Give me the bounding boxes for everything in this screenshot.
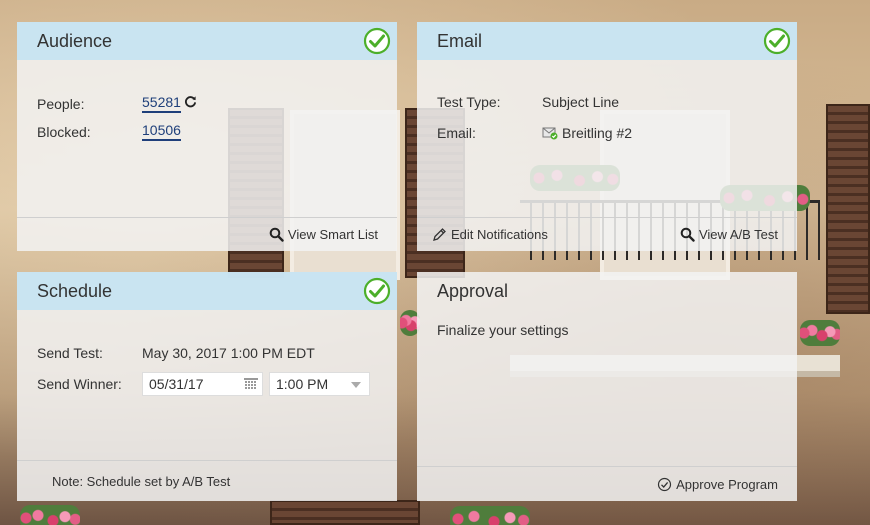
email-header: Email (417, 22, 797, 60)
approval-header: Approval (417, 272, 797, 310)
blocked-row: Blocked: 10506 (37, 122, 181, 141)
approve-program-label: Approve Program (676, 477, 778, 492)
edit-notifications-button[interactable]: Edit Notifications (432, 227, 548, 242)
email-title: Email (437, 30, 483, 51)
approval-message-row: Finalize your settings (437, 322, 569, 338)
pencil-icon (433, 228, 446, 241)
blocked-count-link[interactable]: 10506 (142, 122, 181, 141)
email-panel: Email Test Type: Subject Line Email: Bre… (417, 22, 797, 251)
search-icon (269, 227, 284, 242)
email-asset-link[interactable]: Breitling #2 (562, 125, 632, 141)
email-row: Email: Breitling #2 (437, 125, 632, 141)
audience-panel: Audience People: 55281 Blocked: 10506 Vi… (17, 22, 397, 251)
approve-program-button[interactable]: Approve Program (657, 477, 778, 492)
schedule-title: Schedule (37, 280, 113, 301)
check-icon (763, 27, 791, 55)
audience-header: Audience (17, 22, 397, 60)
edit-notifications-label: Edit Notifications (451, 227, 548, 242)
email-asset-icon (542, 127, 558, 140)
approval-panel: Approval Finalize your settings Approve … (417, 272, 797, 501)
view-ab-test-button[interactable]: View A/B Test (680, 227, 778, 242)
chevron-down-icon (351, 382, 361, 388)
schedule-footer: Note: Schedule set by A/B Test (17, 460, 397, 501)
email-footer: Edit Notifications View A/B Test (417, 217, 797, 251)
audience-footer: View Smart List (17, 217, 397, 251)
send-test-label: Send Test: (37, 345, 103, 361)
schedule-note: Note: Schedule set by A/B Test (52, 474, 231, 489)
winner-time-value: 1:00 PM (276, 376, 329, 392)
email-label: Email: (437, 125, 476, 141)
winner-time-select[interactable]: 1:00 PM (269, 372, 370, 396)
send-test-row: Send Test: May 30, 2017 1:00 PM EDT (37, 345, 315, 361)
schedule-panel: Schedule Send Test: May 30, 2017 1:00 PM… (17, 272, 397, 501)
people-label: People: (37, 95, 85, 112)
check-icon (363, 277, 391, 305)
send-winner-row: Send Winner: 05/31/17 1:00 PM (37, 372, 370, 396)
test-type-label: Test Type: (437, 94, 501, 110)
audience-title: Audience (37, 30, 113, 51)
check-circle-icon (658, 477, 672, 492)
schedule-header: Schedule (17, 272, 397, 310)
approval-title: Approval (437, 280, 509, 301)
approval-message: Finalize your settings (437, 322, 569, 338)
send-winner-label: Send Winner: (37, 376, 122, 392)
calendar-icon[interactable] (244, 378, 258, 391)
people-row: People: 55281 (37, 94, 197, 113)
search-icon (680, 227, 695, 242)
check-icon (363, 27, 391, 55)
view-smart-list-label: View Smart List (287, 227, 378, 242)
test-type-row: Test Type: Subject Line (437, 94, 619, 110)
people-count-link[interactable]: 55281 (142, 94, 181, 113)
refresh-icon[interactable] (184, 95, 197, 108)
test-type-value: Subject Line (542, 94, 620, 110)
view-ab-test-label: View A/B Test (698, 227, 778, 242)
blocked-label: Blocked: (37, 123, 91, 140)
view-smart-list-button[interactable]: View Smart List (269, 227, 378, 242)
winner-date-field[interactable]: 05/31/17 (142, 372, 263, 396)
winner-date-value: 05/31/17 (149, 376, 204, 392)
send-test-value: May 30, 2017 1:00 PM EDT (142, 345, 315, 361)
approval-footer: Approve Program (417, 466, 797, 501)
